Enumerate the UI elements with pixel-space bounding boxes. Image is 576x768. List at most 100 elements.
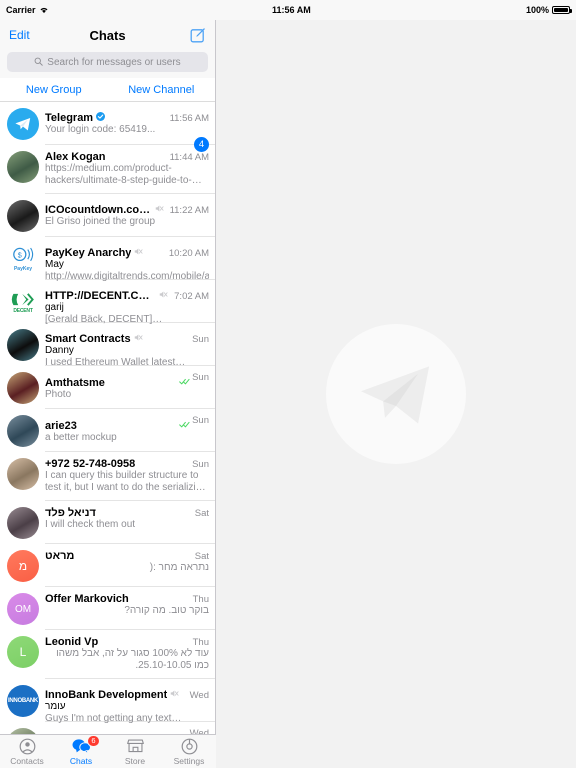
chat-timestamp: Sun xyxy=(192,372,209,383)
chat-item-body: Leonid Vp Thu עוד לא 100% סגור על זה, אבל … xyxy=(45,636,215,679)
chat-item-body: +972 52-748-0958 Sun I can query this buil… xyxy=(45,458,215,501)
chat-list-item[interactable]: ICOcountdown.com - htt... 11:22 AM El Gris… xyxy=(0,194,215,237)
chat-timestamp: Sun xyxy=(192,459,209,470)
chat-item-meta: Sat xyxy=(192,551,209,562)
avatar-initials: OM xyxy=(7,593,39,625)
chat-list-item[interactable]: arie23 Sun a better mockup xyxy=(0,409,215,452)
chat-list-item[interactable]: DECENT HTTP://DECENT.CH Invite... 7:02 AM g… xyxy=(0,280,215,325)
tab-label: Store xyxy=(124,755,146,766)
store-icon xyxy=(126,738,144,755)
chat-list-item[interactable]: $ PayKey PayKey Anarchy 10:20 AM May http://w… xyxy=(0,237,215,282)
chat-sender-name: עומר xyxy=(45,701,66,712)
tab-store[interactable]: Store xyxy=(108,735,162,768)
avatar xyxy=(7,507,39,539)
read-receipt-icon xyxy=(179,416,190,428)
chat-title: עומר xyxy=(45,733,69,734)
chat-list-item[interactable]: עומרWedwhat ever worked before will cont… xyxy=(0,722,215,734)
chat-item-meta: 11:44 AM xyxy=(167,152,209,163)
compose-icon[interactable] xyxy=(190,27,206,43)
status-bar: Carrier 11:56 AM 100% xyxy=(0,0,576,20)
chat-title: Leonid Vp xyxy=(45,636,99,648)
chat-list-item[interactable]: Amthatsme Sun Photo xyxy=(0,366,215,409)
chat-list-item[interactable]: Smart Contracts Sun Danny I used Ethereum W… xyxy=(0,323,215,368)
chat-item-header: Offer Markovich Thu xyxy=(45,593,209,605)
chat-title: Offer Markovich xyxy=(45,593,129,605)
tab-bar: Contacts 6 Chats Store Settings xyxy=(0,734,216,768)
chat-item-header: InnoBank Development Wed xyxy=(45,685,209,701)
new-group-button[interactable]: New Group xyxy=(0,84,108,96)
tab-contacts[interactable]: Contacts xyxy=(0,735,54,768)
chat-title: HTTP://DECENT.CH Invite... xyxy=(45,290,156,302)
chat-timestamp: Sun xyxy=(192,334,209,345)
chat-preview-text: I will check them out xyxy=(45,519,136,530)
chat-timestamp: Wed xyxy=(189,728,209,734)
avatar xyxy=(7,372,39,404)
battery-icon xyxy=(552,6,572,14)
avatar xyxy=(7,151,39,183)
chat-list-item[interactable]: OM Offer Markovich Thu בוקר טוב. מה קורה? xyxy=(0,587,215,630)
chat-list-item[interactable]: L Leonid Vp Thu עוד לא 100% סגור על זה, אבל… xyxy=(0,630,215,679)
page-title: Chats xyxy=(89,27,126,43)
chat-timestamp: Thu xyxy=(192,637,209,648)
chat-item-meta: Thu xyxy=(190,637,209,648)
quick-actions-row: New Group New Channel xyxy=(0,78,215,102)
tab-badge: 6 xyxy=(87,734,100,747)
chat-item-meta: 7:02 AM xyxy=(171,291,209,302)
chat-item-header: Amthatsme Sun xyxy=(45,372,209,389)
chat-item-header: Leonid Vp Thu xyxy=(45,636,209,648)
verified-badge-icon xyxy=(96,108,106,121)
chat-item-header: arie23 Sun xyxy=(45,415,209,432)
chat-item-body: ICOcountdown.com - htt... 11:22 AM El Gris… xyxy=(45,200,215,237)
avatar xyxy=(7,728,39,734)
read-receipt-icon xyxy=(179,373,190,385)
chats-icon: 6 xyxy=(72,734,100,755)
chats-panel: Edit Chats Search for messages or users xyxy=(0,20,216,768)
chat-item-header: Smart Contracts Sun xyxy=(45,329,209,345)
svg-text:$: $ xyxy=(18,251,22,260)
avatar: DECENT xyxy=(7,286,39,318)
tab-chats[interactable]: 6 Chats xyxy=(54,734,108,768)
new-channel-button[interactable]: New Channel xyxy=(108,84,216,96)
chat-list-item[interactable]: מ מראט Sat נתראה מחר :( xyxy=(0,544,215,587)
chat-sender-name: Danny xyxy=(45,345,74,356)
chat-preview-text: עוד לא 100% סגור על זה, אבל משהו כמו 25.… xyxy=(56,648,209,671)
battery-percent: 100% xyxy=(525,5,549,15)
search-input[interactable]: Search for messages or users xyxy=(7,52,208,72)
chat-item-meta: 11:56 AM xyxy=(167,113,209,124)
detail-pane-empty xyxy=(216,20,576,768)
chat-item-meta: Wed xyxy=(187,690,209,701)
chat-item-body: PayKey Anarchy 10:20 AM May http://www.digi… xyxy=(45,243,215,282)
chat-title: ICOcountdown.com - htt... xyxy=(45,204,152,216)
chat-list[interactable]: Telegram 11:56 AM Your login code: 65419..… xyxy=(0,102,215,734)
tab-label: Contacts xyxy=(10,755,44,766)
chat-preview-text: https://medium.com/product-hackers/ultim… xyxy=(45,163,192,186)
chat-list-item[interactable]: +972 52-748-0958 Sun I can query this buil… xyxy=(0,452,215,501)
chat-list-item[interactable]: INNOBANK InnoBank Development Wed עומר Guys … xyxy=(0,679,215,724)
chat-timestamp: 11:56 AM xyxy=(169,113,209,124)
tab-settings[interactable]: Settings xyxy=(162,735,216,768)
chat-preview-text: נתראה מחר :( xyxy=(149,562,209,573)
chat-timestamp: 7:02 AM xyxy=(174,291,209,302)
chat-item-meta: 11:22 AM xyxy=(167,205,209,216)
chat-timestamp: 10:20 AM xyxy=(168,248,209,259)
chat-list-item[interactable]: דניאל פלד Sat I will check them out xyxy=(0,501,215,544)
chat-title: Alex Kogan xyxy=(45,151,106,163)
chat-preview-text: בוקר טוב. מה קורה? xyxy=(124,605,209,616)
chat-timestamp: Wed xyxy=(189,690,209,701)
chat-preview-text: El Griso joined the group xyxy=(45,216,156,227)
edit-button[interactable]: Edit xyxy=(9,28,30,42)
muted-icon xyxy=(134,243,143,255)
chat-title: Telegram xyxy=(45,112,94,124)
status-bar-left: Carrier xyxy=(0,5,216,15)
telegram-plane-icon xyxy=(326,324,466,464)
chat-item-meta: 10:20 AM xyxy=(166,248,209,259)
wifi-icon xyxy=(39,6,49,14)
chat-list-item[interactable]: Telegram 11:56 AM Your login code: 65419..… xyxy=(0,102,215,152)
chat-title: מראט xyxy=(45,550,75,562)
chat-item-body: InnoBank Development Wed עומר Guys I'm not … xyxy=(45,685,215,724)
chat-title: Amthatsme xyxy=(45,377,105,389)
chat-title: Smart Contracts xyxy=(45,333,131,345)
chat-list-item[interactable]: Alex Kogan 11:44 AM https://medium.com/pro… xyxy=(0,145,215,194)
search-container: Search for messages or users xyxy=(0,50,215,78)
chat-item-body: HTTP://DECENT.CH Invite...7:02 AMgarij[G… xyxy=(45,286,215,325)
